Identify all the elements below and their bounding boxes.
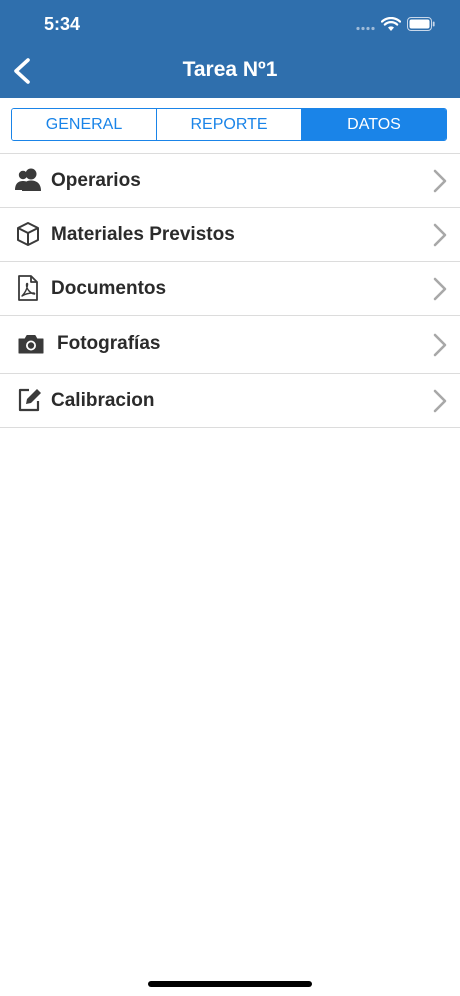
- tab-datos[interactable]: DATOS: [301, 109, 446, 140]
- tab-reporte[interactable]: REPORTE: [156, 109, 301, 140]
- signal-dots-icon: [356, 26, 375, 31]
- page-title: Tarea Nº1: [182, 58, 278, 81]
- menu-item-label: Materiales Previstos: [51, 224, 235, 245]
- wifi-icon: [381, 17, 401, 31]
- menu-item-label: Fotografías: [57, 333, 161, 354]
- home-indicator: [148, 981, 312, 987]
- menu-item-label: Calibracion: [51, 390, 155, 411]
- tab-control: GENERAL REPORTE DATOS: [11, 108, 447, 141]
- box-icon: [17, 222, 39, 246]
- chevron-right-icon: [433, 389, 447, 413]
- status-time: 5:34: [44, 14, 81, 34]
- tab-general[interactable]: GENERAL: [12, 109, 156, 140]
- navigation-bar: 5:34 Tarea Nº1: [0, 0, 460, 98]
- menu-item-label: Operarios: [51, 170, 141, 191]
- chevron-right-icon: [433, 333, 447, 357]
- edit-icon: [18, 388, 41, 412]
- data-menu-list: Operarios Materiales Previstos Documento…: [0, 153, 460, 428]
- menu-item-label: Documentos: [51, 278, 167, 299]
- chevron-right-icon: [433, 223, 447, 247]
- battery-icon: [407, 17, 435, 31]
- chevron-right-icon: [433, 169, 447, 193]
- camera-icon: [18, 335, 44, 354]
- menu-item-calibracion[interactable]: Calibracion: [0, 374, 460, 428]
- menu-item-materiales-previstos[interactable]: Materiales Previstos: [0, 208, 460, 262]
- menu-item-operarios[interactable]: Operarios: [0, 154, 460, 208]
- users-icon: [15, 168, 41, 191]
- chevron-right-icon: [433, 277, 447, 301]
- menu-item-documentos[interactable]: Documentos: [0, 262, 460, 316]
- menu-item-fotografias[interactable]: Fotografías: [0, 316, 460, 374]
- pdf-document-icon: [18, 275, 38, 301]
